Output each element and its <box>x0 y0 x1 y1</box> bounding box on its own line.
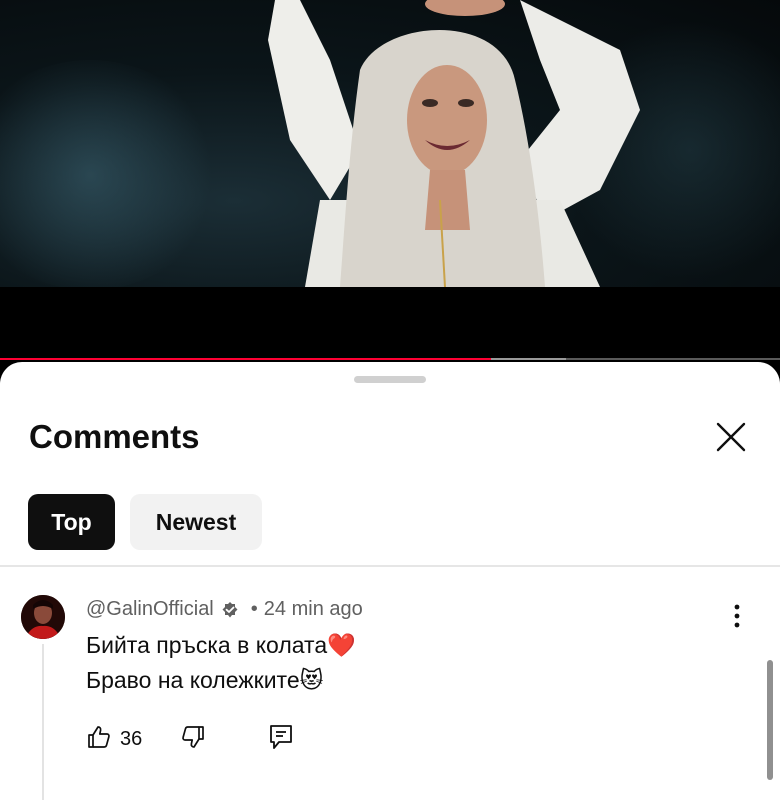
comments-title: Comments <box>29 418 200 455</box>
cat-heart-eyes-emoji: 😻 <box>299 667 324 693</box>
video-player[interactable] <box>0 0 780 360</box>
comment-actions: 36 <box>86 724 294 754</box>
comment-author[interactable]: @GalinOfficial <box>86 598 214 621</box>
comments-sheet: Comments Top Newest @GalinOfficial • 24 … <box>0 362 780 800</box>
divider <box>0 565 780 567</box>
meta-separator: • <box>250 598 258 620</box>
video-played-bar <box>0 358 492 360</box>
heart-emoji: ❤️ <box>327 632 356 658</box>
drag-handle[interactable] <box>354 376 426 383</box>
close-icon[interactable] <box>712 418 750 456</box>
dislike-button[interactable] <box>180 724 206 755</box>
avatar[interactable] <box>21 595 65 639</box>
video-subject-figure <box>268 0 640 287</box>
video-frame <box>0 0 780 287</box>
scrollbar[interactable] <box>767 660 773 780</box>
more-vert-icon[interactable] <box>727 602 747 632</box>
filter-chip-top[interactable]: Top <box>28 494 115 550</box>
comment-text: Бийта пръска в колата <box>86 632 328 658</box>
comment-text: Браво на колежките <box>86 667 300 693</box>
reply-button[interactable] <box>268 723 294 756</box>
like-button[interactable]: 36 <box>86 724 142 755</box>
comment-text-line-1: Бийта пръска в колата❤️ <box>86 632 356 659</box>
comment-time: 24 min ago <box>263 598 363 620</box>
thread-line <box>42 644 44 800</box>
video-progress-bar[interactable] <box>0 358 780 360</box>
reply-icon <box>268 723 294 756</box>
thumbs-up-icon <box>86 724 112 755</box>
thumbs-down-icon <box>180 724 206 755</box>
verified-icon <box>221 601 239 619</box>
like-count: 36 <box>120 727 143 750</box>
comment-meta: @GalinOfficial • 24 min ago <box>86 598 363 621</box>
filter-chip-newest[interactable]: Newest <box>130 494 262 550</box>
comment-text-line-2: Браво на колежките😻 <box>86 667 324 694</box>
